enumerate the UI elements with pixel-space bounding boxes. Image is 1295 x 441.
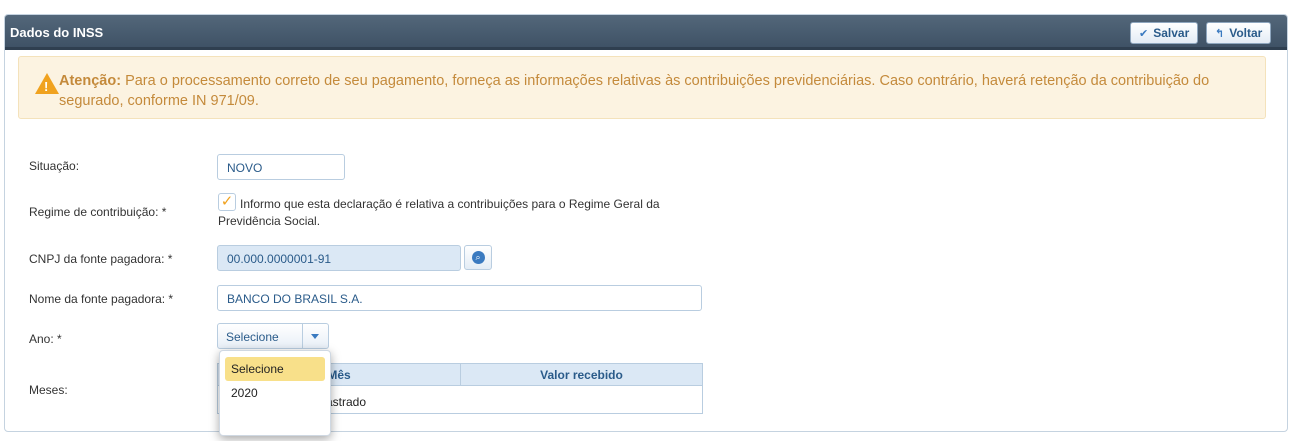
meses-empty-text: astrado <box>326 395 367 409</box>
ano-label: Ano: * <box>29 332 62 346</box>
regime-checkbox[interactable]: ✓ <box>218 193 236 211</box>
ano-option-2020[interactable]: 2020 <box>225 381 325 405</box>
warning-icon: ! <box>35 73 59 94</box>
chevron-down-icon[interactable] <box>302 324 328 348</box>
situacao-field: NOVO <box>217 154 345 180</box>
regime-checkbox-text: Informo que esta declaração é relativa a… <box>218 197 660 228</box>
nome-label: Nome da fonte pagadora: * <box>29 292 174 306</box>
regime-label: Regime de contribuição: * <box>29 205 167 219</box>
panel-title: Dados do INSS <box>10 25 104 40</box>
situacao-label: Situação: <box>29 159 80 173</box>
back-button-label: Voltar <box>1229 26 1263 40</box>
alert-text: Atenção: Para o processamento correto de… <box>59 71 1239 111</box>
nome-field[interactable]: BANCO DO BRASIL S.A. <box>217 285 702 311</box>
cnpj-field[interactable]: 00.000.0000001-91 <box>217 245 461 271</box>
ano-dropdown-list: Selecione 2020 <box>219 350 331 436</box>
search-icon: ⌕ <box>471 251 485 264</box>
back-button[interactable]: ↰ Voltar <box>1206 22 1272 44</box>
undo-arrow-icon: ↰ <box>1215 27 1225 40</box>
cnpj-search-button[interactable]: ⌕ <box>464 245 492 270</box>
ano-select-value: Selecione <box>226 330 279 344</box>
save-button[interactable]: ✔ Salvar <box>1130 22 1199 44</box>
panel-header: Dados do INSS ✔ Salvar ↰ Voltar <box>5 15 1287 50</box>
save-button-label: Salvar <box>1153 26 1190 40</box>
warning-alert: ! Atenção: Para o processamento correto … <box>18 56 1266 119</box>
column-valor-recebido[interactable]: Valor recebido <box>461 364 702 385</box>
alert-strong: Atenção: <box>59 73 122 89</box>
meses-label: Meses: <box>29 383 68 397</box>
alert-body: Para o processamento correto de seu paga… <box>59 73 1210 109</box>
ano-option-selecione[interactable]: Selecione <box>225 357 325 381</box>
ano-select[interactable]: Selecione <box>217 323 329 349</box>
check-icon: ✔ <box>1139 27 1149 40</box>
cnpj-label: CNPJ da fonte pagadora: * <box>29 252 173 266</box>
